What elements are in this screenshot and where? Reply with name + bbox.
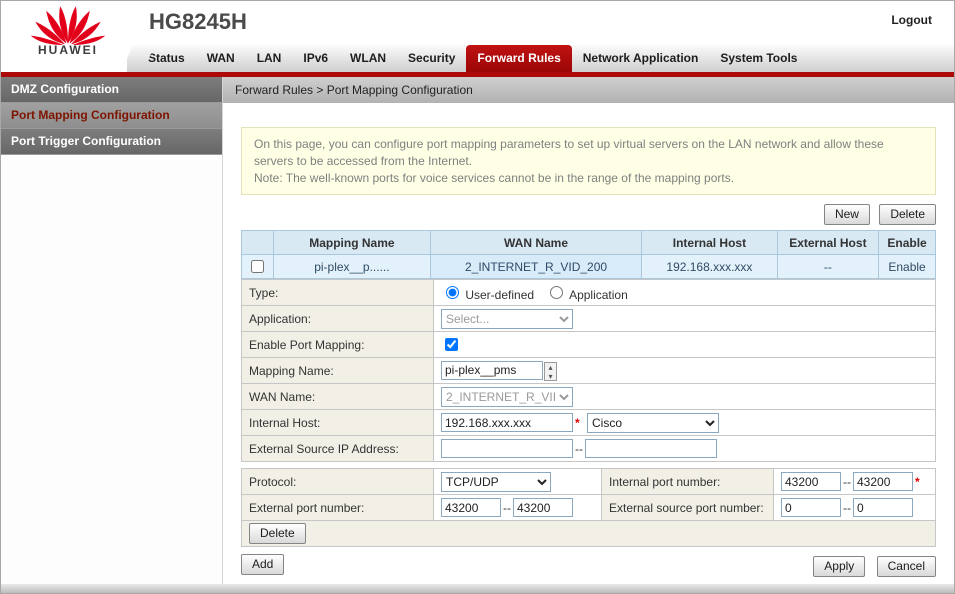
sidebar: DMZ Configuration Port Mapping Configura… bbox=[1, 77, 223, 593]
tab-network-application[interactable]: Network Application bbox=[572, 45, 710, 72]
enable-port-mapping-label: Enable Port Mapping: bbox=[242, 332, 434, 358]
cell-enable: Enable bbox=[879, 255, 936, 279]
mapping-name-label: Mapping Name: bbox=[242, 358, 434, 384]
info-line-1: On this page, you can configure port map… bbox=[254, 136, 923, 170]
user-defined-label: User-defined bbox=[465, 288, 534, 302]
application-label: Application: bbox=[242, 306, 434, 332]
router-admin-page: HG8245H Logout HUAWEI Status WAN LAN IPv… bbox=[0, 0, 955, 594]
internal-port-from-input[interactable] bbox=[781, 472, 841, 491]
new-button[interactable]: New bbox=[824, 204, 870, 225]
type-user-defined-option[interactable]: User-defined bbox=[441, 288, 537, 302]
breadcrumb: Forward Rules > Port Mapping Configurati… bbox=[223, 77, 954, 103]
internal-port-to-input[interactable] bbox=[853, 472, 913, 491]
cancel-button[interactable]: Cancel bbox=[877, 556, 936, 577]
tab-wan[interactable]: WAN bbox=[196, 45, 246, 72]
huawei-logo: HUAWEI bbox=[9, 3, 127, 73]
apply-row: Apply Cancel bbox=[805, 556, 936, 577]
internal-port-label: Internal port number: bbox=[602, 469, 774, 495]
tab-ipv6[interactable]: IPv6 bbox=[292, 45, 339, 72]
info-line-2: Note: The well-known ports for voice ser… bbox=[254, 170, 923, 187]
external-source-port-from-input[interactable] bbox=[781, 498, 841, 517]
port-range-separator: -- bbox=[843, 475, 851, 489]
application-radio-label: Application bbox=[569, 288, 628, 302]
huawei-flower-icon bbox=[29, 3, 107, 45]
tab-lan[interactable]: LAN bbox=[246, 45, 293, 72]
cell-internal-host: 192.168.xxx.xxx bbox=[642, 255, 778, 279]
port-range-separator: -- bbox=[843, 501, 851, 515]
main-nav: Status WAN LAN IPv6 WLAN Security Forwar… bbox=[137, 45, 954, 72]
col-internal-host: Internal Host bbox=[642, 231, 778, 255]
table-header-row: Mapping Name WAN Name Internal Host Exte… bbox=[242, 231, 936, 255]
internal-host-label: Internal Host: bbox=[242, 410, 434, 436]
user-defined-radio[interactable] bbox=[446, 286, 459, 299]
accent-bar bbox=[1, 72, 954, 77]
sidebar-item-port-trigger-configuration[interactable]: Port Trigger Configuration bbox=[1, 129, 222, 155]
protocol-select[interactable]: TCP/UDP bbox=[441, 472, 551, 492]
application-select[interactable]: Select... bbox=[441, 309, 573, 329]
select-column-header bbox=[242, 231, 274, 255]
table-row: pi-plex__p...... 2_INTERNET_R_VID_200 19… bbox=[242, 255, 936, 279]
delete-button[interactable]: Delete bbox=[879, 204, 936, 225]
cell-wan-name: 2_INTERNET_R_VID_200 bbox=[430, 255, 641, 279]
brand-text: HUAWEI bbox=[9, 43, 127, 57]
internal-host-input[interactable] bbox=[441, 413, 573, 432]
ip-range-separator: -- bbox=[575, 442, 583, 456]
internal-host-device-select[interactable]: Cisco bbox=[587, 413, 719, 433]
col-mapping-name: Mapping Name bbox=[273, 231, 430, 255]
type-application-option[interactable]: Application bbox=[545, 288, 627, 302]
tab-forward-rules[interactable]: Forward Rules bbox=[466, 45, 571, 72]
apply-button[interactable]: Apply bbox=[813, 556, 865, 577]
external-source-port-label: External source port number: bbox=[602, 495, 774, 521]
type-label: Type: bbox=[242, 280, 434, 306]
row-delete-button[interactable]: Delete bbox=[249, 523, 306, 544]
port-mapping-table: Mapping Name WAN Name Internal Host Exte… bbox=[241, 230, 936, 279]
add-button[interactable]: Add bbox=[241, 554, 284, 575]
external-source-ip-end-input[interactable] bbox=[585, 439, 717, 458]
port-numbers-form: Protocol: TCP/UDP Internal port number: … bbox=[241, 468, 936, 547]
port-range-separator: -- bbox=[503, 501, 511, 515]
mapping-form: Type: User-defined Application Applicati… bbox=[241, 279, 936, 462]
window-bottom-edge bbox=[1, 584, 954, 593]
external-port-label: External port number: bbox=[242, 495, 434, 521]
cell-external-host: -- bbox=[777, 255, 878, 279]
external-port-from-input[interactable] bbox=[441, 498, 501, 517]
row-select-checkbox[interactable] bbox=[251, 260, 264, 273]
external-source-ip-start-input[interactable] bbox=[441, 439, 573, 458]
required-marker: * bbox=[915, 475, 920, 489]
col-external-host: External Host bbox=[777, 231, 878, 255]
col-enable: Enable bbox=[879, 231, 936, 255]
external-source-ip-label: External Source IP Address: bbox=[242, 436, 434, 462]
enable-port-mapping-checkbox[interactable] bbox=[445, 338, 458, 351]
cell-mapping-name: pi-plex__p...... bbox=[273, 255, 430, 279]
external-port-to-input[interactable] bbox=[513, 498, 573, 517]
tab-security[interactable]: Security bbox=[397, 45, 466, 72]
page-title: HG8245H bbox=[149, 9, 247, 35]
protocol-label: Protocol: bbox=[242, 469, 434, 495]
toolbar: New Delete bbox=[241, 204, 936, 225]
tab-system-tools[interactable]: System Tools bbox=[709, 45, 808, 72]
application-radio[interactable] bbox=[550, 286, 563, 299]
info-box: On this page, you can configure port map… bbox=[241, 127, 936, 195]
logout-link[interactable]: Logout bbox=[891, 13, 932, 27]
tab-wlan[interactable]: WLAN bbox=[339, 45, 397, 72]
main-content: On this page, you can configure port map… bbox=[223, 103, 954, 593]
sidebar-item-port-mapping-configuration[interactable]: Port Mapping Configuration bbox=[1, 103, 222, 129]
spinner-icon[interactable]: ▴▾ bbox=[544, 362, 557, 381]
mapping-name-input[interactable] bbox=[441, 361, 543, 380]
tab-status[interactable]: Status bbox=[137, 45, 196, 72]
wan-name-label: WAN Name: bbox=[242, 384, 434, 410]
header: HG8245H Logout bbox=[1, 1, 954, 45]
wan-name-select[interactable]: 2_INTERNET_R_VII bbox=[441, 387, 573, 407]
sidebar-item-dmz-configuration[interactable]: DMZ Configuration bbox=[1, 77, 222, 103]
external-source-port-to-input[interactable] bbox=[853, 498, 913, 517]
col-wan-name: WAN Name bbox=[430, 231, 641, 255]
required-marker: * bbox=[575, 416, 580, 430]
